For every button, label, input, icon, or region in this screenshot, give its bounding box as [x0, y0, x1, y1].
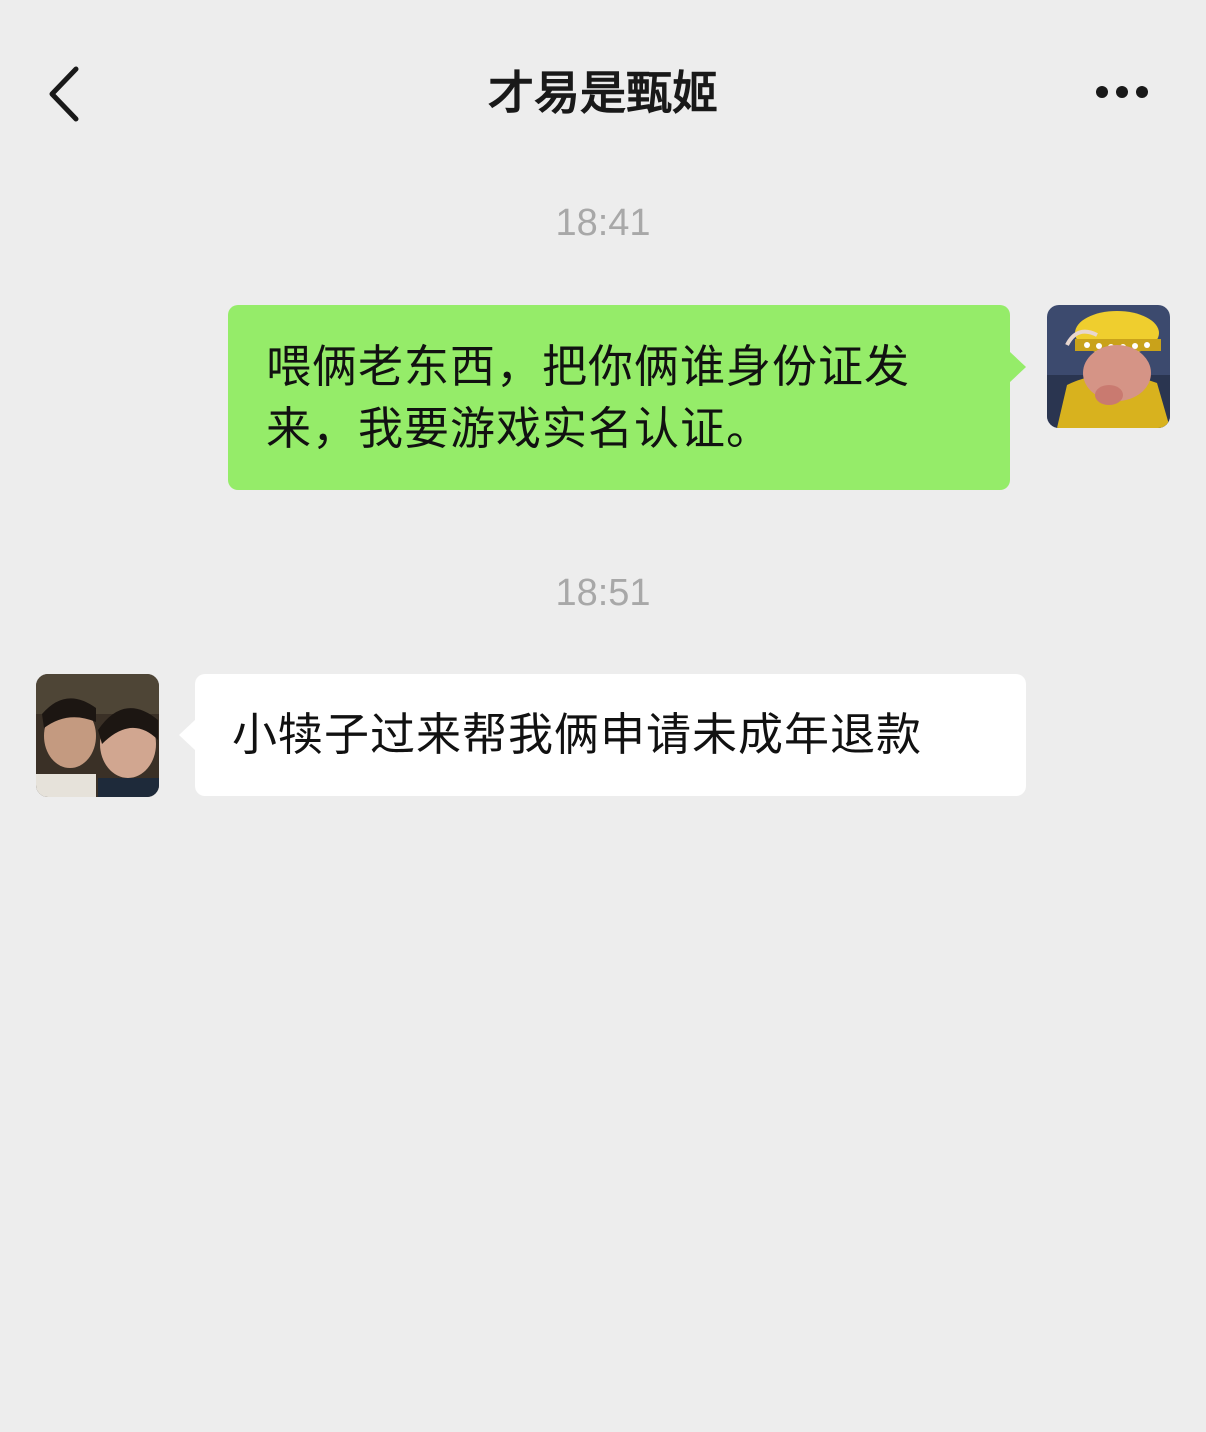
sent-message-bubble[interactable]: 喂俩老东西，把你俩谁身份证发来，我要游戏实名认证。 [228, 305, 1026, 490]
more-button[interactable] [1080, 65, 1170, 120]
friend-avatar[interactable] [36, 674, 159, 797]
message-timestamp: 18:51 [555, 572, 651, 614]
chat-header: 才易是甄姬 [0, 0, 1206, 185]
received-message-bubble[interactable]: 小犊子过来帮我俩申请未成年退款 [179, 674, 1026, 796]
chat-title: 才易是甄姬 [488, 66, 718, 120]
back-button[interactable] [30, 55, 100, 135]
chevron-left-icon [49, 66, 79, 122]
message-timestamp: 18:41 [555, 202, 651, 244]
self-avatar[interactable] [1047, 305, 1170, 428]
more-dots-icon [1096, 86, 1148, 98]
